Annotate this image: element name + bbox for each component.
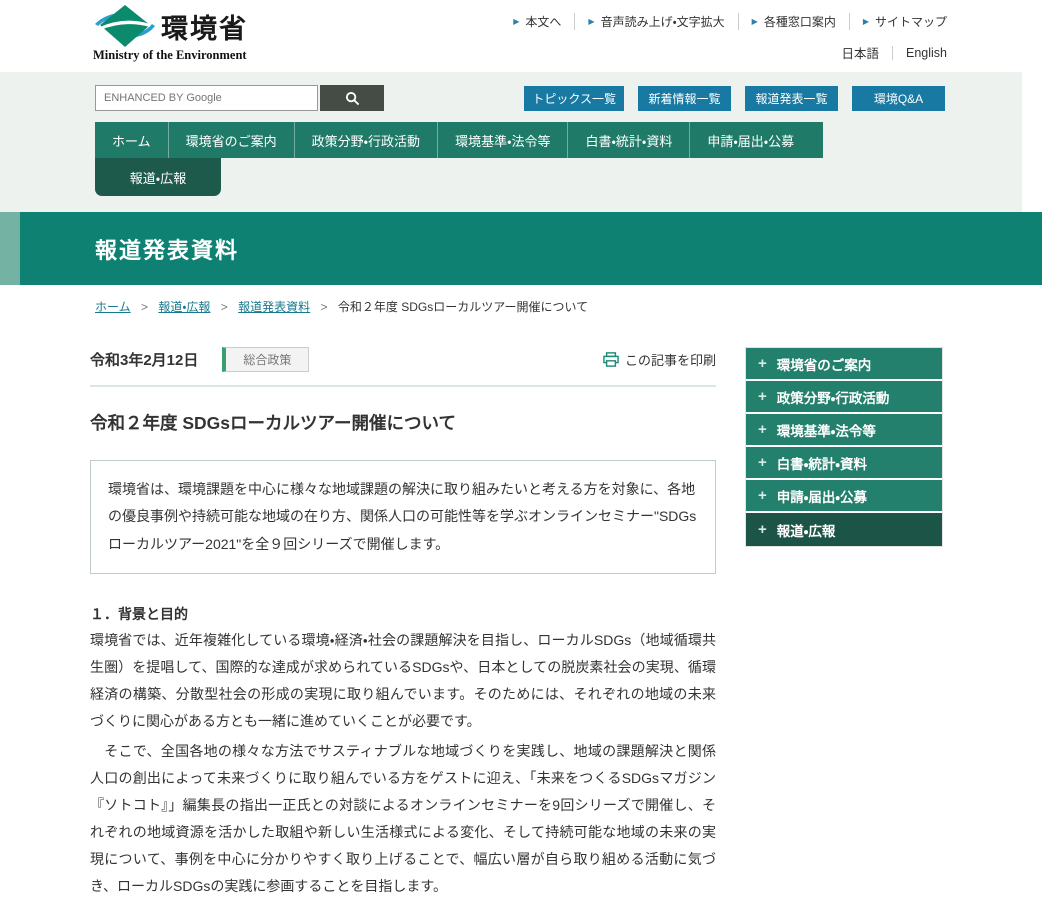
nav-tab-press-pr-active[interactable]: 報道・広報: [95, 158, 221, 196]
sidebar-item-applications[interactable]: + 申請・届出・公募: [746, 480, 942, 513]
nav-item-policy[interactable]: 政策分野・行政活動: [295, 122, 439, 158]
sidebar-menu: + 環境省のご案内 + 政策分野・行政活動 + 環境基準・法令等 + 白書・統計…: [745, 347, 943, 547]
arrow-right-icon: ▶: [588, 17, 595, 26]
logo-subtitle: Ministry of the Environment: [93, 48, 247, 62]
search-button[interactable]: [320, 85, 384, 111]
new-info-list-button[interactable]: 新着情報一覧: [638, 85, 731, 111]
nav-item-applications[interactable]: 申請・届出・公募: [690, 122, 811, 158]
search-icon: [345, 91, 359, 105]
utility-link-label: サイトマップ: [874, 15, 947, 29]
breadcrumb-home[interactable]: ホーム: [95, 300, 131, 314]
utility-links: ▶ 本文へ ▶ 音声読み上げ・文字拡大 ▶ 各種窓口案内 ▶ サイトマップ: [500, 13, 947, 30]
utility-link-label: 各種窓口案内: [763, 15, 836, 29]
section-1-paragraph-1: 環境省では、近年複雑化している環境・経済・社会の課題解決を目指し、ローカルSDG…: [90, 631, 716, 729]
header-utility-area: ▶ 本文へ ▶ 音声読み上げ・文字拡大 ▶ 各種窓口案内 ▶ サイトマップ 日本…: [500, 13, 947, 62]
utility-link-main-text[interactable]: ▶ 本文へ: [500, 13, 576, 30]
print-article-link[interactable]: この記事を印刷: [603, 350, 716, 369]
plus-icon: +: [758, 521, 767, 538]
sidebar-item-label: 環境省のご案内: [776, 357, 872, 373]
breadcrumb-separator: >: [220, 300, 228, 314]
article: 令和3年2月12日 総合政策 この記事を印刷 令和２年度 SDGsローカルツアー…: [90, 347, 716, 900]
nav-item-whitepaper-stats[interactable]: 白書・統計・資料: [568, 122, 691, 158]
search-input[interactable]: [95, 85, 318, 111]
press-release-list-button[interactable]: 報道発表一覧: [745, 85, 838, 111]
printer-icon: [603, 352, 619, 367]
section-1-heading: １．背景と目的: [90, 605, 188, 622]
search-row: トピックス一覧 新着情報一覧 報道発表一覧 環境Q&A: [95, 85, 945, 111]
nav-item-standards-laws[interactable]: 環境基準・法令等: [438, 122, 569, 158]
breadcrumb-press-release[interactable]: 報道発表資料: [238, 300, 310, 314]
sidebar-item-whitepaper-stats[interactable]: + 白書・統計・資料: [746, 447, 942, 480]
plus-icon: +: [758, 355, 767, 372]
plus-icon: +: [758, 388, 767, 405]
lang-english[interactable]: English: [893, 46, 947, 60]
banner-accent-strip: [0, 212, 20, 285]
utility-link-label: 音声読み上げ・文字拡大: [600, 15, 725, 29]
sidebar-item-label: 政策分野・行政活動: [776, 390, 890, 406]
sidebar-item-about[interactable]: + 環境省のご案内: [746, 348, 942, 381]
breadcrumb-current-page: 令和２年度 SDGsローカルツアー開催について: [337, 300, 589, 314]
plus-icon: +: [758, 487, 767, 504]
language-switcher: 日本語 English: [500, 43, 947, 62]
environment-qa-button[interactable]: 環境Q&A: [852, 85, 945, 111]
topics-list-button[interactable]: トピックス一覧: [524, 85, 624, 111]
nav-item-about[interactable]: 環境省のご案内: [169, 122, 295, 158]
arrow-right-icon: ▶: [751, 17, 758, 26]
header-band: トピックス一覧 新着情報一覧 報道発表一覧 環境Q&A ホーム 環境省のご案内 …: [0, 72, 1022, 212]
breadcrumb-press-pr[interactable]: 報道・広報: [158, 300, 210, 314]
ministry-logo-icon: [95, 5, 155, 47]
nav-item-home[interactable]: ホーム: [95, 122, 169, 158]
quick-links: トピックス一覧 新着情報一覧 報道発表一覧 環境Q&A: [524, 85, 945, 111]
ministry-logo[interactable]: 環境省 Ministry of the Environment: [93, 4, 248, 63]
arrow-right-icon: ▶: [862, 17, 869, 26]
sidebar-item-label: 申請・届出・公募: [776, 489, 867, 505]
utility-link-contact-guide[interactable]: ▶ 各種窓口案内: [739, 13, 850, 30]
article-title: 令和２年度 SDGsローカルツアー開催について: [90, 413, 456, 433]
breadcrumb-separator: >: [140, 300, 148, 314]
plus-icon: +: [758, 454, 767, 471]
content-area: ホーム > 報道・広報 > 報道発表資料 > 令和２年度 SDGsローカルツアー…: [90, 285, 943, 900]
sidebar-item-press-pr[interactable]: + 報道・広報: [746, 513, 942, 546]
site-header: 環境省 Ministry of the Environment ▶ 本文へ ▶ …: [0, 0, 1042, 72]
sidebar: + 環境省のご案内 + 政策分野・行政活動 + 環境基準・法令等 + 白書・統計…: [745, 347, 943, 900]
article-summary-box: 環境省は、環境課題を中心に様々な地域課題の解決に取り組みたいと考える方を対象に、…: [90, 460, 716, 574]
lang-japanese[interactable]: 日本語: [828, 43, 892, 62]
breadcrumb-separator: >: [320, 300, 328, 314]
category-tag[interactable]: 総合政策: [222, 347, 310, 372]
arrow-right-icon: ▶: [513, 17, 520, 26]
breadcrumb: ホーム > 報道・広報 > 報道発表資料 > 令和２年度 SDGsローカルツアー…: [90, 298, 943, 315]
page-title: 報道発表資料: [95, 237, 240, 263]
sidebar-item-label: 報道・広報: [776, 523, 836, 539]
plus-icon: +: [758, 421, 767, 438]
sidebar-item-label: 環境基準・法令等: [776, 423, 876, 439]
print-link-label: この記事を印刷: [624, 353, 716, 368]
utility-link-label: 本文へ: [525, 15, 562, 29]
utility-link-sitemap[interactable]: ▶ サイトマップ: [850, 13, 947, 30]
page-title-banner: 報道発表資料: [0, 212, 1042, 285]
divider: [90, 385, 716, 387]
global-nav: ホーム 環境省のご案内 政策分野・行政活動 環境基準・法令等 白書・統計・資料 …: [95, 122, 823, 158]
sidebar-item-policy[interactable]: + 政策分野・行政活動: [746, 381, 942, 414]
sidebar-item-label: 白書・統計・資料: [776, 456, 867, 472]
article-date: 令和3年2月12日: [90, 352, 199, 369]
article-dateline: 令和3年2月12日 総合政策 この記事を印刷: [90, 347, 716, 372]
section-1-paragraph-2: そこで、全国各地の様々な方法でサスティナブルな地域づくりを実践し、地域の課題解決…: [90, 742, 716, 895]
sidebar-item-standards-laws[interactable]: + 環境基準・法令等: [746, 414, 942, 447]
utility-link-accessibility[interactable]: ▶ 音声読み上げ・文字拡大: [575, 13, 739, 30]
logo-title: 環境省: [161, 13, 248, 44]
